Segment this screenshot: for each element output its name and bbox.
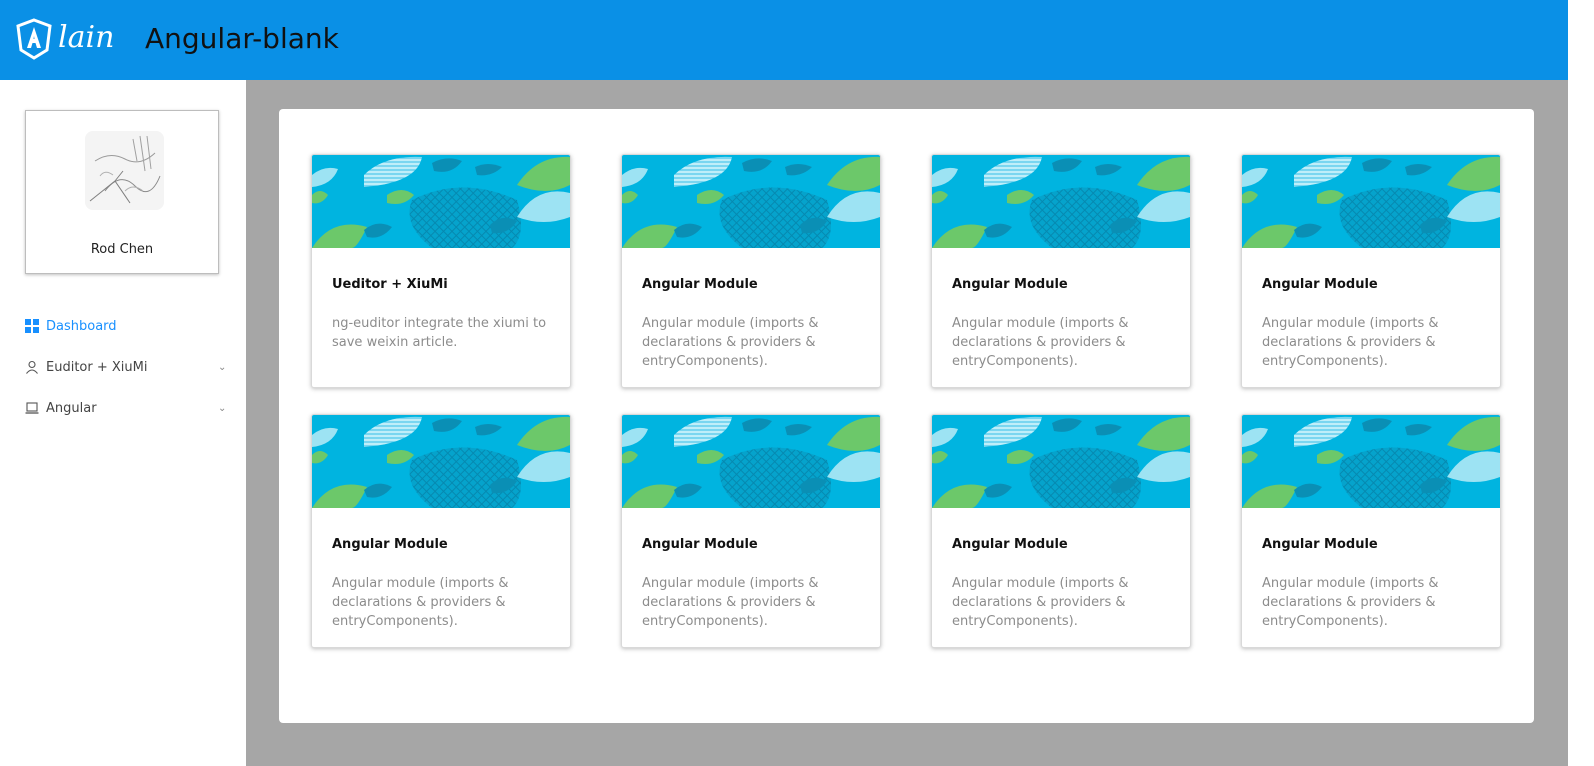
sidebar-menu: Dashboard Euditor + XiuMi ⌄ Angular ⌄: [0, 306, 246, 429]
card-description: Angular module (imports & declarations &…: [332, 576, 509, 629]
chevron-down-icon: ⌄: [218, 362, 227, 373]
card-description: Angular module (imports & declarations &…: [642, 576, 819, 629]
chevron-down-icon: ⌄: [218, 403, 227, 414]
card-description: ng-euditor integrate the xiumi to save w…: [332, 316, 547, 350]
card-description: Angular module (imports & declarations &…: [1262, 316, 1439, 369]
card-title: Ueditor + XiuMi: [332, 277, 448, 292]
card-title: Angular Module: [642, 537, 758, 552]
module-card[interactable]: Angular Module Angular module (imports &…: [311, 414, 571, 648]
card-description: Angular module (imports & declarations &…: [952, 316, 1129, 369]
card-title: Angular Module: [332, 537, 448, 552]
card-title: Angular Module: [952, 277, 1068, 292]
module-card[interactable]: Angular Module Angular module (imports &…: [931, 414, 1191, 648]
card-title: Angular Module: [1262, 277, 1378, 292]
module-card[interactable]: Angular Module Angular module (imports &…: [621, 414, 881, 648]
angular-shield-icon: [16, 18, 52, 60]
card-cover-image: [622, 415, 880, 508]
app-logo[interactable]: lain: [16, 18, 116, 60]
avatar-sketch-image: [85, 131, 164, 210]
sidebar-item-label: Angular: [46, 401, 97, 416]
main-content-panel: Ueditor + XiuMi ng-euditor integrate the…: [279, 109, 1534, 723]
top-header: lain Angular-blank: [0, 0, 1568, 80]
avatar[interactable]: [85, 131, 164, 210]
card-title: Angular Module: [1262, 537, 1378, 552]
card-cover-image: [312, 155, 570, 248]
module-card[interactable]: Angular Module Angular module (imports &…: [931, 154, 1191, 388]
sidebar-item-label: Dashboard: [46, 319, 117, 334]
card-cover-image: [1242, 155, 1500, 248]
card-cover-image: [1242, 415, 1500, 508]
card-description: Angular module (imports & declarations &…: [1262, 576, 1439, 629]
card-title: Angular Module: [952, 537, 1068, 552]
dashboard-icon: [25, 319, 39, 333]
card-cover-image: [312, 415, 570, 508]
card-cover-image: [622, 155, 880, 248]
card-description: Angular module (imports & declarations &…: [642, 316, 819, 369]
module-card[interactable]: Angular Module Angular module (imports &…: [1241, 414, 1501, 648]
scrollbar-track[interactable]: [1568, 0, 1594, 766]
sidebar-item-label: Euditor + XiuMi: [46, 360, 148, 375]
app-title: Angular-blank: [145, 22, 339, 55]
user-profile-card: Rod Chen: [25, 110, 219, 274]
logo-text: lain: [58, 20, 115, 55]
module-card[interactable]: Angular Module Angular module (imports &…: [1241, 154, 1501, 388]
laptop-icon: [25, 402, 39, 414]
module-card[interactable]: Angular Module Angular module (imports &…: [621, 154, 881, 388]
sidebar-item-dashboard[interactable]: Dashboard: [0, 306, 246, 347]
card-title: Angular Module: [642, 277, 758, 292]
sidebar-item-angular[interactable]: Angular ⌄: [0, 388, 246, 429]
card-cover-image: [932, 415, 1190, 508]
card-description: Angular module (imports & declarations &…: [952, 576, 1129, 629]
profile-name: Rod Chen: [90, 242, 154, 257]
card-cover-image: [932, 155, 1190, 248]
module-card[interactable]: Ueditor + XiuMi ng-euditor integrate the…: [311, 154, 571, 388]
user-icon: [26, 360, 38, 374]
sidebar-item-euditor[interactable]: Euditor + XiuMi ⌄: [0, 347, 246, 388]
sidebar: Rod Chen Dashboard Euditor + XiuMi ⌄ Ang…: [0, 80, 246, 766]
